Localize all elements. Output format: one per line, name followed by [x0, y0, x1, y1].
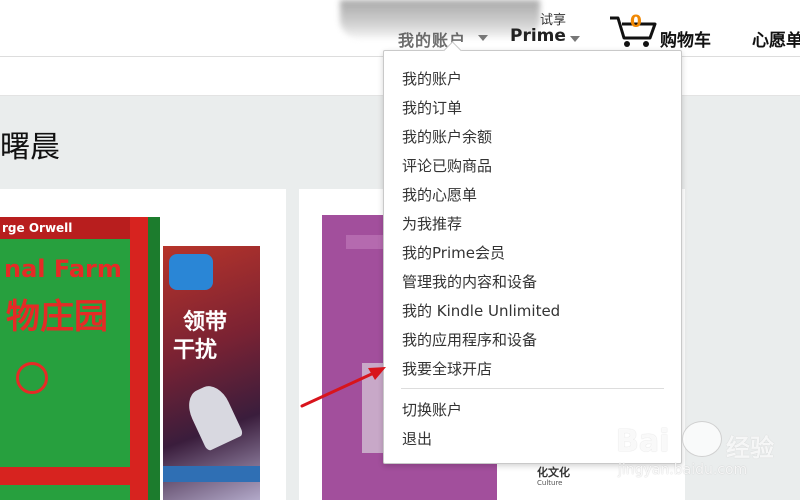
top-nav-bar: 我的账户 试享 Prime 0 购物车 心愿单	[0, 0, 800, 57]
book-spine	[148, 217, 160, 500]
annotation-arrow-icon	[300, 367, 386, 408]
wishlist-link[interactable]: 心愿单	[752, 26, 800, 51]
cart-button[interactable]: 0 购物车	[608, 8, 713, 51]
watermark-jingyan: 经验	[726, 434, 774, 462]
book3-sub-label: Culture	[537, 479, 563, 487]
menu-item-review-purchases[interactable]: 评论已购商品	[384, 152, 681, 181]
menu-item-wishlist[interactable]: 我的心愿单	[384, 181, 681, 210]
cart-label: 购物车	[660, 31, 711, 51]
menu-item-prime-membership[interactable]: 我的Prime会员	[384, 239, 681, 268]
cover-illustration	[182, 380, 244, 452]
book-author-label: rge Orwell	[0, 217, 140, 239]
dropdown-list: 我的账户 我的订单 我的账户余额 评论已购商品 我的心愿单 为我推荐 我的Pri…	[384, 65, 681, 454]
menu-item-manage-content-devices[interactable]: 管理我的内容和设备	[384, 268, 681, 297]
paw-logo-icon	[682, 421, 722, 457]
menu-item-recommendations[interactable]: 为我推荐	[384, 210, 681, 239]
cover-text-block	[346, 235, 386, 249]
caret-down-icon[interactable]	[478, 35, 488, 41]
book2-title-line2: 干扰	[173, 338, 218, 363]
cover-band	[0, 467, 130, 485]
prime-menu-label[interactable]: Prime	[510, 26, 566, 46]
menu-item-my-orders[interactable]: 我的订单	[384, 94, 681, 123]
cover-decoration	[16, 362, 48, 394]
cart-count: 0	[630, 12, 642, 32]
page-greeting: 曙晨	[0, 130, 60, 165]
caret-down-icon[interactable]	[570, 36, 580, 42]
menu-item-account-balance[interactable]: 我的账户余额	[384, 123, 681, 152]
book-cover-second[interactable]: 领带 干扰	[163, 246, 260, 500]
book-card[interactable]: rge Orwell nal Farm 物庄园 领带 干扰	[0, 189, 286, 500]
menu-divider	[401, 388, 664, 389]
book3-label: 化文化	[537, 466, 570, 479]
menu-item-my-account[interactable]: 我的账户	[384, 65, 681, 94]
book-title-zh: 物庄园	[6, 297, 108, 337]
account-dropdown-menu: 我的账户 我的订单 我的账户余额 评论已购商品 我的心愿单 为我推荐 我的Pri…	[383, 41, 682, 464]
book-title-en: nal Farm	[4, 255, 122, 283]
cover-badge	[169, 254, 213, 290]
menu-item-kindle-unlimited[interactable]: 我的 Kindle Unlimited	[384, 297, 681, 326]
menu-item-apps-devices[interactable]: 我的应用程序和设备	[384, 326, 681, 355]
cover-band	[163, 466, 260, 482]
watermark-url: jingyan.baidu.com	[618, 462, 748, 478]
menu-item-global-selling[interactable]: 我要全球开店	[384, 355, 681, 384]
watermark-brand: Bai	[616, 424, 670, 459]
book-spine	[130, 217, 148, 500]
watermark: Bai 经验 jingyan.baidu.com	[612, 416, 800, 486]
book-cover-animal-farm[interactable]: rge Orwell nal Farm 物庄园	[0, 217, 160, 500]
